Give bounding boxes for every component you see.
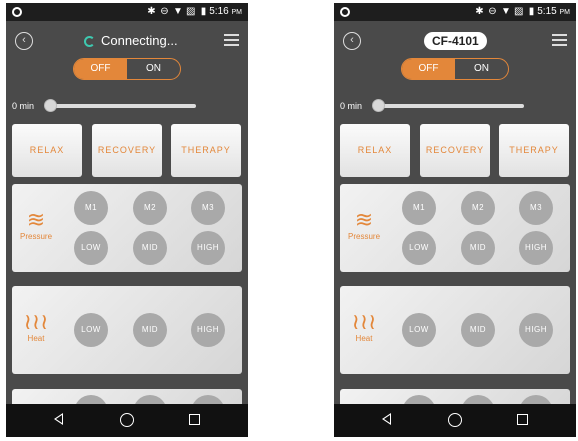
- pressure-m2-button[interactable]: M2: [133, 191, 167, 225]
- wifi-icon: ▼: [501, 6, 511, 17]
- pressure-low-button[interactable]: LOW: [402, 231, 436, 265]
- wifi-icon: ▼: [173, 6, 183, 17]
- back-button[interactable]: ‹: [15, 32, 33, 50]
- notification-dot-icon: [340, 7, 350, 17]
- back-icon[interactable]: [382, 413, 391, 425]
- back-button[interactable]: ‹: [343, 32, 361, 50]
- timer-slider[interactable]: [48, 104, 196, 108]
- status-bar: ✱ ⊖ ▼ ▨ ▮ 5:16 PM: [6, 3, 248, 21]
- navigation-bar: [6, 404, 248, 437]
- mode-recovery-button[interactable]: RECOVERY: [92, 124, 162, 177]
- power-on-option[interactable]: ON: [127, 59, 180, 79]
- pressure-m2-button[interactable]: M2: [461, 191, 495, 225]
- pressure-mid-button[interactable]: MID: [133, 231, 167, 265]
- navigation-bar: [334, 404, 576, 437]
- bluetooth-icon: ✱: [475, 6, 484, 17]
- heat-icon: ≀≀≀: [23, 309, 49, 334]
- menu-button[interactable]: [224, 34, 239, 46]
- heat-high-button[interactable]: HIGH: [191, 313, 225, 347]
- battery-icon: ▮: [528, 6, 535, 17]
- heat-mid-button[interactable]: MID: [133, 313, 167, 347]
- battery-icon: ▮: [200, 6, 207, 17]
- mode-relax-button[interactable]: RELAX: [340, 124, 410, 177]
- heat-low-button[interactable]: LOW: [402, 313, 436, 347]
- heat-label: Heat: [355, 334, 373, 343]
- timer-slider-handle[interactable]: [44, 99, 57, 112]
- timer-slider[interactable]: [376, 104, 524, 108]
- menu-button[interactable]: [552, 34, 567, 46]
- pressure-label: Pressure: [20, 232, 53, 241]
- timer-slider-handle[interactable]: [372, 99, 385, 112]
- pressure-m1-button[interactable]: M1: [74, 191, 108, 225]
- heat-mid-button[interactable]: MID: [461, 313, 495, 347]
- no-sim-icon: ▨: [514, 6, 524, 17]
- app-header: ‹ CF-4101: [334, 21, 576, 59]
- phone-screen-connected: ✱ ⊖ ▼ ▨ ▮ 5:15 PM ‹ CF-4101 OFF ON 0 min…: [334, 3, 576, 437]
- clock: 5:16 PM: [209, 6, 242, 17]
- heat-high-button[interactable]: HIGH: [519, 313, 553, 347]
- loading-spinner-icon: [84, 35, 95, 47]
- pressure-panel: ≋ Pressure M1 M2 M3 LOW MID HIGH: [340, 184, 570, 272]
- timer-label: 0 min: [340, 101, 363, 111]
- mode-therapy-button[interactable]: THERAPY: [171, 124, 241, 177]
- heat-low-button[interactable]: LOW: [74, 313, 108, 347]
- heat-panel: ≀≀≀ Heat LOW MID HIGH: [340, 286, 570, 374]
- pressure-low-button[interactable]: LOW: [74, 231, 108, 265]
- status-bar: ✱ ⊖ ▼ ▨ ▮ 5:15 PM: [334, 3, 576, 21]
- home-icon[interactable]: [120, 413, 134, 427]
- power-toggle[interactable]: OFF ON: [401, 58, 509, 80]
- hamburger-menu-icon: [552, 34, 567, 36]
- pressure-panel: ≋ Pressure M1 M2 M3 LOW MID HIGH: [12, 184, 242, 272]
- clock: 5:15 PM: [537, 6, 570, 17]
- dnd-icon: ⊖: [160, 6, 169, 17]
- pressure-high-button[interactable]: HIGH: [191, 231, 225, 265]
- heat-icon: ≀≀≀: [351, 309, 377, 334]
- hamburger-menu-icon: [224, 34, 239, 36]
- dnd-icon: ⊖: [488, 6, 497, 17]
- power-off-option[interactable]: OFF: [402, 59, 455, 79]
- pressure-m1-button[interactable]: M1: [402, 191, 436, 225]
- pressure-icon: ≋: [354, 207, 374, 232]
- mode-relax-button[interactable]: RELAX: [12, 124, 82, 177]
- power-on-option[interactable]: ON: [455, 59, 508, 79]
- pressure-mid-button[interactable]: MID: [461, 231, 495, 265]
- no-sim-icon: ▨: [186, 6, 196, 17]
- mode-therapy-button[interactable]: THERAPY: [499, 124, 569, 177]
- power-off-option[interactable]: OFF: [74, 59, 127, 79]
- home-icon[interactable]: [448, 413, 462, 427]
- chevron-left-icon: ‹: [22, 34, 26, 46]
- chevron-left-icon: ‹: [350, 34, 354, 46]
- pressure-icon: ≋: [26, 207, 46, 232]
- app-header: ‹ Connecting...: [6, 21, 248, 59]
- pressure-m3-button[interactable]: M3: [191, 191, 225, 225]
- power-toggle[interactable]: OFF ON: [73, 58, 181, 80]
- pressure-label: Pressure: [348, 232, 381, 241]
- page-title: Connecting...: [101, 33, 178, 48]
- bluetooth-icon: ✱: [147, 6, 156, 17]
- connection-status: Connecting...: [84, 32, 178, 50]
- recent-apps-icon[interactable]: [517, 414, 528, 425]
- phone-screen-connecting: ✱ ⊖ ▼ ▨ ▮ 5:16 PM ‹ Connecting... OFF ON…: [6, 3, 248, 437]
- pressure-m3-button[interactable]: M3: [519, 191, 553, 225]
- back-icon[interactable]: [54, 413, 63, 425]
- notification-dot-icon: [12, 7, 22, 17]
- recent-apps-icon[interactable]: [189, 414, 200, 425]
- timer-label: 0 min: [12, 101, 35, 111]
- pressure-high-button[interactable]: HIGH: [519, 231, 553, 265]
- heat-panel: ≀≀≀ Heat LOW MID HIGH: [12, 286, 242, 374]
- mode-recovery-button[interactable]: RECOVERY: [420, 124, 490, 177]
- device-name-badge: CF-4101: [424, 32, 487, 50]
- heat-label: Heat: [27, 334, 45, 343]
